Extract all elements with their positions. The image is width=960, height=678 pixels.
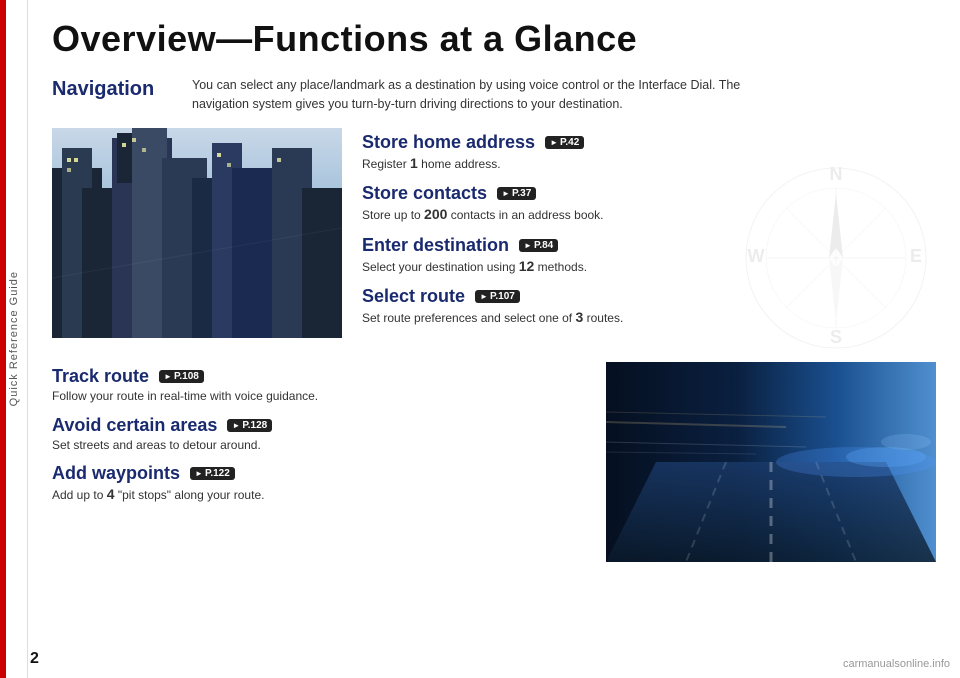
store-contacts-badge[interactable]: P.37 — [497, 187, 536, 200]
lower-features-list: Track route P.108 Follow your route in r… — [52, 362, 586, 515]
track-route-badge[interactable]: P.108 — [159, 370, 204, 383]
avoid-areas-badge[interactable]: P.128 — [227, 419, 272, 432]
svg-text:S: S — [830, 327, 842, 347]
lower-content: Track route P.108 Follow your route in r… — [52, 362, 936, 562]
city-image — [52, 128, 342, 338]
navigation-section: Navigation You can select any place/land… — [52, 76, 936, 114]
feature-track-route-title: Track route P.108 — [52, 366, 586, 387]
sidebar-red-bar — [0, 0, 6, 678]
sidebar-label: Quick Reference Guide — [8, 271, 20, 406]
svg-text:N: N — [830, 164, 843, 184]
feature-avoid-areas-title: Avoid certain areas P.128 — [52, 415, 586, 436]
main-content: Overview—Functions at a Glance Navigatio… — [28, 0, 960, 678]
upper-content: Store home address P.42 Register 1 home … — [52, 128, 936, 338]
enter-destination-badge[interactable]: P.84 — [519, 239, 558, 252]
feature-track-route-desc: Follow your route in real-time with voic… — [52, 388, 586, 405]
svg-text:E: E — [910, 246, 922, 266]
road-image — [606, 362, 936, 562]
sidebar: Quick Reference Guide — [0, 0, 28, 678]
feature-track-route: Track route P.108 Follow your route in r… — [52, 366, 586, 405]
feature-add-waypoints: Add waypoints P.122 Add up to 4 "pit sto… — [52, 463, 586, 505]
navigation-label: Navigation — [52, 76, 192, 101]
store-home-badge[interactable]: P.42 — [545, 136, 584, 149]
feature-avoid-areas: Avoid certain areas P.128 Set streets an… — [52, 415, 586, 454]
watermark: carmanualsonline.info — [843, 658, 950, 670]
add-waypoints-badge[interactable]: P.122 — [190, 467, 235, 480]
select-route-badge[interactable]: P.107 — [475, 290, 520, 303]
svg-text:W: W — [748, 246, 765, 266]
feature-store-home-title: Store home address P.42 — [362, 132, 936, 153]
page-number: 2 — [30, 650, 39, 668]
navigation-description: You can select any place/landmark as a d… — [192, 76, 772, 114]
feature-avoid-areas-desc: Set streets and areas to detour around. — [52, 437, 586, 454]
compass-decoration: N E W S — [736, 158, 936, 358]
feature-add-waypoints-title: Add waypoints P.122 — [52, 463, 586, 484]
feature-add-waypoints-desc: Add up to 4 "pit stops" along your route… — [52, 485, 586, 505]
page-title: Overview—Functions at a Glance — [52, 18, 936, 60]
